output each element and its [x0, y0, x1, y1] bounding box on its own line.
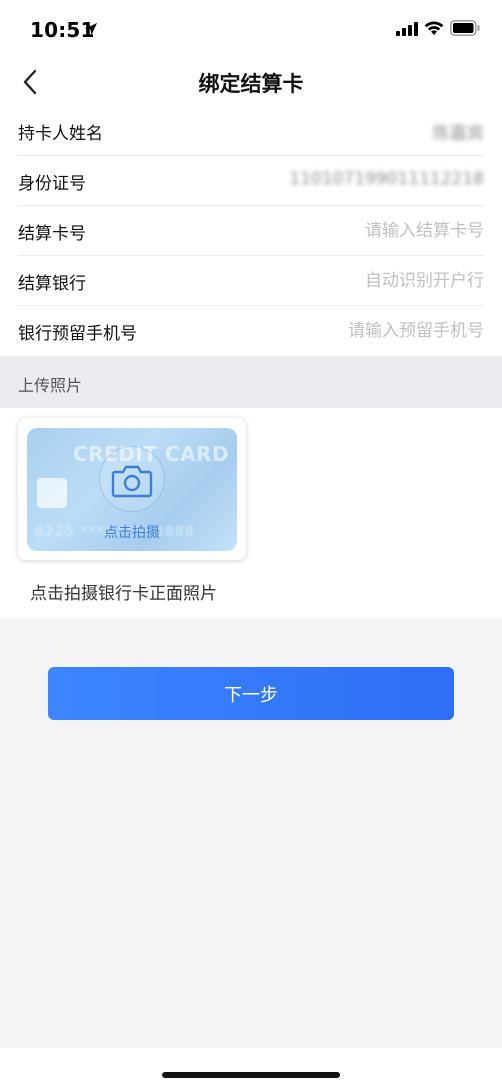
card-chip [37, 478, 67, 508]
form-row-card-number: 结算卡号 [18, 206, 484, 256]
upload-section-header: 上传照片 [0, 356, 502, 408]
bank-input[interactable] [264, 266, 484, 296]
upload-area: CREDIT CARD 6225 **** **** 8888 点击拍摄 点击拍… [0, 408, 502, 618]
cardholder-name-value: 陈嘉宾 [433, 124, 484, 144]
card-photo-caption: 点击拍摄 [104, 525, 160, 541]
home-indicator [162, 1072, 340, 1078]
status-bar: 10:51 [0, 0, 502, 58]
form-row-cardholder-name: 持卡人姓名 陈嘉宾 [18, 106, 484, 156]
bank-label: 结算银行 [18, 274, 86, 294]
page-title: 绑定结算卡 [198, 72, 304, 96]
wifi-icon [424, 21, 444, 35]
upload-hint: 点击拍摄银行卡正面照片 [30, 584, 217, 604]
card-number-input[interactable] [264, 216, 484, 246]
phone-input[interactable] [264, 316, 484, 346]
form-row-phone: 银行预留手机号 [18, 306, 484, 356]
card-photo-upload-button[interactable]: CREDIT CARD 6225 **** **** 8888 点击拍摄 [18, 418, 246, 560]
location-arrow-icon [85, 23, 97, 35]
card-photo-placeholder: CREDIT CARD 6225 **** **** 8888 点击拍摄 [27, 428, 237, 551]
next-button[interactable]: 下一步 [48, 667, 454, 720]
battery-icon [450, 20, 480, 36]
upload-section-title: 上传照片 [18, 376, 83, 395]
form-row-bank: 结算银行 [18, 256, 484, 306]
id-number-label: 身份证号 [18, 174, 86, 194]
cardholder-name-label: 持卡人姓名 [18, 124, 103, 144]
signal-icon [396, 22, 418, 36]
camera-icon [111, 465, 153, 498]
card-number-label: 结算卡号 [18, 224, 86, 244]
nav-bar: 绑定结算卡 [0, 58, 502, 106]
home-bar [0, 1048, 502, 1088]
card-form: 持卡人姓名 陈嘉宾 身份证号 110107199011112218 结算卡号 结… [0, 106, 502, 356]
id-number-value: 110107199011112218 [289, 169, 484, 189]
phone-label: 银行预留手机号 [18, 324, 137, 344]
form-row-id-number: 身份证号 110107199011112218 [18, 156, 484, 206]
